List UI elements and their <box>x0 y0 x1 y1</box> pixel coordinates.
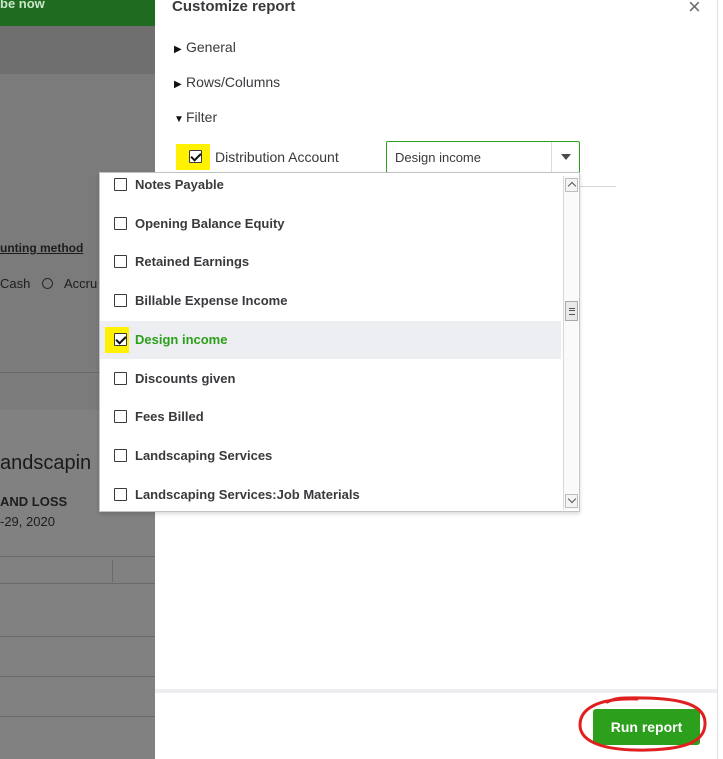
item-checkbox[interactable] <box>114 449 127 462</box>
background-row-line <box>0 636 155 637</box>
section-general[interactable]: ▶ General <box>174 39 236 55</box>
item-label: Billable Expense Income <box>135 293 288 308</box>
item-label: Opening Balance Equity <box>135 216 285 231</box>
distribution-account-select[interactable]: Design income <box>386 141 580 173</box>
section-rows-columns-label: Rows/Columns <box>186 74 281 90</box>
item-checkbox[interactable] <box>114 333 127 346</box>
chevron-down-icon[interactable] <box>551 142 579 172</box>
background-band <box>0 26 155 74</box>
footer-divider <box>155 689 717 693</box>
list-item[interactable]: Notes Payable <box>100 173 561 204</box>
item-label: Notes Payable <box>135 177 224 192</box>
distribution-account-checkbox[interactable] <box>189 150 202 163</box>
list-item[interactable]: Billable Expense Income <box>100 282 561 320</box>
item-label: Landscaping Services <box>135 448 273 463</box>
list-item[interactable]: Opening Balance Equity <box>100 205 561 243</box>
item-label: Design income <box>135 332 228 347</box>
list-item[interactable]: Fees Billed <box>100 398 561 436</box>
section-filter-label: Filter <box>186 109 218 125</box>
item-checkbox[interactable] <box>114 255 127 268</box>
item-label: Fees Billed <box>135 409 204 424</box>
report-table-header <box>0 556 155 584</box>
section-filter[interactable]: ▼ Filter <box>174 109 217 125</box>
background-banner: be now <box>0 0 155 26</box>
run-report-button[interactable]: Run report <box>593 709 700 745</box>
accounting-method-label: unting method <box>0 241 84 255</box>
panel-edge <box>717 0 718 759</box>
dropdown-scrollbar[interactable] <box>563 176 578 510</box>
distribution-account-value: Design income <box>395 150 481 165</box>
section-general-label: General <box>186 39 236 55</box>
scroll-up-icon[interactable] <box>565 178 578 192</box>
background-row-line <box>0 716 155 717</box>
background-row-line <box>0 676 155 677</box>
item-checkbox[interactable] <box>114 410 127 423</box>
accrual-label: Accru <box>64 276 98 291</box>
list-item[interactable]: Landscaping Services:Job Materials <box>100 476 561 511</box>
report-date-range: -29, 2020 <box>0 514 55 529</box>
list-item-selected[interactable]: Design income <box>100 321 561 359</box>
item-checkbox[interactable] <box>114 294 127 307</box>
cash-label: Cash <box>0 276 31 291</box>
filter-divider <box>580 186 616 187</box>
account-dropdown-list[interactable]: Notes Payable Opening Balance Equity Ret… <box>99 172 580 512</box>
accrual-radio <box>42 278 53 289</box>
panel-title: Customize report <box>172 0 296 15</box>
list-item[interactable]: Retained Earnings <box>100 243 561 281</box>
table-column-separator <box>112 560 113 582</box>
item-label: Landscaping Services:Job Materials <box>135 487 360 502</box>
item-checkbox[interactable] <box>114 178 127 191</box>
caret-right-icon: ▶ <box>174 79 182 90</box>
scroll-down-icon[interactable] <box>565 494 578 508</box>
list-item[interactable]: Landscaping Services <box>100 437 561 475</box>
item-checkbox[interactable] <box>114 372 127 385</box>
background-banner-text: be now <box>0 0 45 11</box>
report-name: AND LOSS <box>0 494 68 509</box>
item-checkbox[interactable] <box>114 488 127 501</box>
close-icon[interactable]: × <box>688 0 701 20</box>
item-checkbox[interactable] <box>114 217 127 230</box>
caret-right-icon: ▶ <box>174 44 182 55</box>
company-name: andscapin <box>0 452 92 474</box>
distribution-account-label: Distribution Account <box>215 149 339 165</box>
section-rows-columns[interactable]: ▶ Rows/Columns <box>174 74 280 90</box>
list-item[interactable]: Discounts given <box>100 360 561 398</box>
item-label: Retained Earnings <box>135 254 250 269</box>
caret-down-icon: ▼ <box>174 114 184 125</box>
item-label: Discounts given <box>135 371 236 386</box>
scrollbar-thumb[interactable] <box>565 301 578 321</box>
